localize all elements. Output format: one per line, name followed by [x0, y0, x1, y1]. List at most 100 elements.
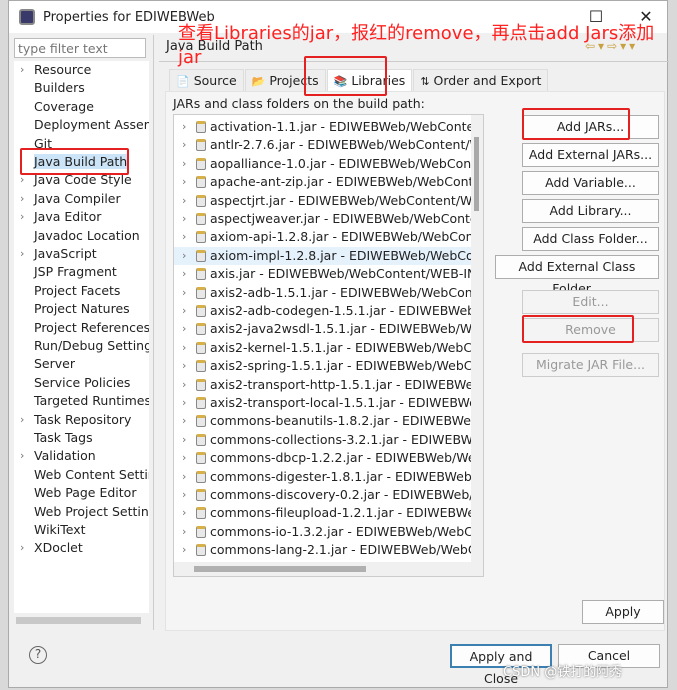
chevron-right-icon[interactable]: ›: [182, 376, 186, 394]
chevron-right-icon[interactable]: ›: [20, 190, 24, 208]
jar-row[interactable]: › axis2-transport-local-1.5.1.jar - EDIWE…: [174, 394, 472, 412]
list-horizontal-scrollbar[interactable]: [174, 562, 483, 576]
jar-row[interactable]: › axis2-transport-http-1.5.1.jar - EDIWEB…: [174, 376, 472, 394]
chevron-right-icon[interactable]: ›: [182, 136, 186, 154]
chevron-right-icon[interactable]: ›: [182, 173, 186, 191]
jar-label: axis2-kernel-1.5.1.jar - EDIWEBWeb/WebCo…: [210, 339, 472, 355]
chevron-right-icon[interactable]: ›: [182, 228, 186, 246]
chevron-right-icon[interactable]: ›: [182, 192, 186, 210]
chevron-right-icon[interactable]: ›: [182, 394, 186, 412]
tree-item[interactable]: Targeted Runtimes: [14, 392, 149, 410]
chevron-right-icon[interactable]: ›: [182, 210, 186, 228]
jar-row[interactable]: › apache-ant-zip.jar - EDIWEBWeb/WebConte…: [174, 173, 472, 191]
jar-row[interactable]: › commons-digester-1.8.1.jar - EDIWEBWeb/…: [174, 468, 472, 486]
chevron-right-icon[interactable]: ›: [182, 449, 186, 467]
jar-row[interactable]: › axiom-api-1.2.8.jar - EDIWEBWeb/WebCont…: [174, 228, 472, 246]
chevron-right-icon[interactable]: ›: [182, 247, 186, 265]
tree-item[interactable]: › Java Compiler: [14, 190, 121, 208]
chevron-right-icon[interactable]: ›: [182, 486, 186, 504]
tree-item[interactable]: › Validation: [14, 447, 96, 465]
tab-source[interactable]: 📄 Source: [169, 69, 244, 91]
jar-row[interactable]: › commons-dbcp-1.2.2.jar - EDIWEBWeb/WebC: [174, 449, 472, 467]
jar-row[interactable]: › commons-beanutils-1.8.2.jar - EDIWEBWeb…: [174, 412, 472, 430]
chevron-right-icon[interactable]: ›: [20, 208, 24, 226]
list-vertical-scrollbar[interactable]: [471, 115, 483, 563]
jar-row[interactable]: › commons-lang-2.1.jar - EDIWEBWeb/WebCor: [174, 541, 472, 559]
chevron-right-icon[interactable]: ›: [20, 245, 24, 263]
chevron-right-icon[interactable]: ›: [182, 412, 186, 430]
tree-item[interactable]: JSP Fragment: [14, 263, 117, 281]
chevron-right-icon[interactable]: ›: [182, 320, 186, 338]
tree-item[interactable]: Javadoc Location: [14, 227, 140, 245]
tree-horizontal-scrollbar[interactable]: [14, 613, 149, 627]
jar-row[interactable]: › commons-io-1.3.2.jar - EDIWEBWeb/WebCon: [174, 523, 472, 541]
add-library-button[interactable]: Add Library...: [522, 199, 659, 223]
jar-icon: [196, 544, 206, 557]
annotation-box-build-path: [20, 148, 129, 175]
jar-row[interactable]: › aopalliance-1.0.jar - EDIWEBWeb/WebCont…: [174, 155, 472, 173]
chevron-right-icon[interactable]: ›: [20, 539, 24, 557]
chevron-right-icon[interactable]: ›: [182, 468, 186, 486]
chevron-right-icon[interactable]: ›: [182, 523, 186, 541]
chevron-right-icon[interactable]: ›: [182, 541, 186, 559]
jar-row[interactable]: › axis2-spring-1.5.1.jar - EDIWEBWeb/WebC…: [174, 357, 472, 375]
chevron-right-icon[interactable]: ›: [182, 504, 186, 522]
jar-row[interactable]: › commons-fileupload-1.2.1.jar - EDIWEBWe…: [174, 504, 472, 522]
chevron-right-icon[interactable]: ›: [20, 61, 24, 79]
edit-button[interactable]: Edit...: [522, 290, 659, 314]
tree-item[interactable]: Web Content Settir: [14, 466, 149, 484]
chevron-right-icon[interactable]: ›: [182, 339, 186, 357]
tree-item[interactable]: › Task Repository: [14, 411, 131, 429]
tree-item[interactable]: › Java Editor: [14, 208, 101, 226]
tree-item[interactable]: Task Tags: [14, 429, 93, 447]
add-external-class-folder-button[interactable]: Add External Class Folder...: [495, 255, 659, 296]
jar-row[interactable]: › axis2-kernel-1.5.1.jar - EDIWEBWeb/WebC…: [174, 339, 472, 357]
chevron-right-icon[interactable]: ›: [182, 302, 186, 320]
add-variable-button[interactable]: Add Variable...: [522, 171, 659, 195]
tree-item[interactable]: › JavaScript: [14, 245, 97, 263]
migrate-jar-button[interactable]: Migrate JAR File...: [522, 353, 659, 377]
tree-item-label: JavaScript: [34, 246, 97, 261]
tree-item[interactable]: Service Policies: [14, 374, 130, 392]
apply-button[interactable]: Apply: [582, 600, 664, 624]
jar-row[interactable]: › commons-discovery-0.2.jar - EDIWEBWeb/W…: [174, 486, 472, 504]
jar-row[interactable]: › commons-collections-3.2.1.jar - EDIWEBW…: [174, 431, 472, 449]
chevron-right-icon[interactable]: ›: [182, 118, 186, 136]
add-external-jars-button[interactable]: Add External JARs...: [522, 143, 659, 167]
tree-item[interactable]: Project References: [14, 319, 149, 337]
jar-row[interactable]: › axis2-java2wsdl-1.5.1.jar - EDIWEBWeb/W…: [174, 320, 472, 338]
tree-item[interactable]: Web Project Setting: [14, 503, 149, 521]
filter-input[interactable]: [14, 38, 146, 58]
help-icon[interactable]: ?: [29, 646, 47, 664]
chevron-right-icon[interactable]: ›: [182, 265, 186, 283]
jar-row[interactable]: › activation-1.1.jar - EDIWEBWeb/WebConte…: [174, 118, 472, 136]
tree-item[interactable]: Project Facets: [14, 282, 120, 300]
jar-row[interactable]: › aspectjrt.jar - EDIWEBWeb/WebContent/WE…: [174, 192, 472, 210]
tree-item[interactable]: › Resource: [14, 61, 91, 79]
chevron-right-icon[interactable]: ›: [182, 155, 186, 173]
tree-item[interactable]: Project Natures: [14, 300, 130, 318]
tab-order-and-export[interactable]: ⇅ Order and Export: [413, 69, 549, 91]
jar-row[interactable]: › antlr-2.7.6.jar - EDIWEBWeb/WebContent/…: [174, 136, 472, 154]
jar-label: aopalliance-1.0.jar - EDIWEBWeb/WebConte…: [210, 155, 472, 171]
chevron-right-icon[interactable]: ›: [182, 431, 186, 449]
chevron-right-icon[interactable]: ›: [20, 447, 24, 465]
jar-row[interactable]: › aspectjweaver.jar - EDIWEBWeb/WebConten…: [174, 210, 472, 228]
tree-item[interactable]: Server: [14, 355, 75, 373]
tree-item[interactable]: Web Page Editor: [14, 484, 136, 502]
jar-row[interactable]: › axis2-adb-codegen-1.5.1.jar - EDIWEBWeb…: [174, 302, 472, 320]
tree-item[interactable]: › XDoclet: [14, 539, 83, 557]
tree-item[interactable]: Coverage: [14, 98, 94, 116]
jar-row[interactable]: › axis2-adb-1.5.1.jar - EDIWEBWeb/WebCont…: [174, 284, 472, 302]
tree-item[interactable]: WikiText: [14, 521, 86, 539]
chevron-right-icon[interactable]: ›: [20, 411, 24, 429]
add-class-folder-button[interactable]: Add Class Folder...: [522, 227, 659, 251]
chevron-right-icon[interactable]: ›: [182, 284, 186, 302]
chevron-right-icon[interactable]: ›: [182, 357, 186, 375]
jar-row[interactable]: › axis.jar - EDIWEBWeb/WebContent/WEB-INF…: [174, 265, 472, 283]
tree-item-label: Service Policies: [34, 374, 131, 390]
tree-item[interactable]: Run/Debug Setting: [14, 337, 149, 355]
jar-row[interactable]: › axiom-impl-1.2.8.jar - EDIWEBWeb/WebCon…: [174, 246, 472, 265]
tree-item[interactable]: Deployment Assem: [14, 116, 149, 134]
tree-item[interactable]: Builders: [14, 79, 85, 97]
